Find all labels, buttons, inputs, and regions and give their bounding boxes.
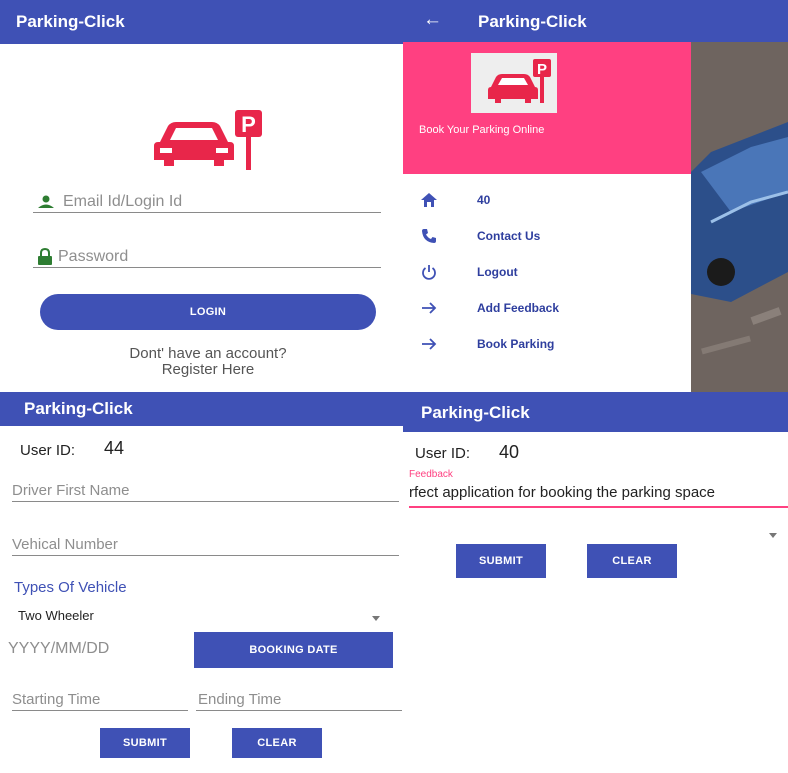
app-title: Parking-Click [421, 403, 530, 422]
driver-name-underline [12, 501, 399, 502]
arrow-right-icon [419, 301, 439, 315]
feedback-input[interactable]: rfect application for booking the parkin… [409, 484, 788, 506]
drawer-header-text: Book Your Parking Online [419, 124, 545, 136]
drawer-item-label: Contact Us [477, 229, 541, 243]
back-arrow-icon[interactable]: ← [423, 9, 442, 31]
types-of-vehicle-label: Types Of Vehicle [14, 579, 127, 596]
password-underline [33, 267, 381, 268]
app-title: Parking-Click [478, 12, 587, 31]
feedback-text: rfect application for booking the parkin… [409, 484, 716, 501]
app-bar [403, 0, 788, 42]
drawer-item-label: Add Feedback [477, 301, 560, 315]
drawer-screen: ← Parking-Click P Book Your Parking Onli… [403, 0, 788, 392]
power-icon [419, 264, 439, 280]
phone-icon [419, 228, 439, 244]
submit-button[interactable]: SUBMIT [100, 728, 190, 758]
ending-time-underline [196, 710, 402, 711]
drawer-item-label: Book Parking [477, 337, 555, 351]
parking-logo-icon: P [150, 108, 270, 172]
svg-text:P: P [537, 61, 547, 78]
drawer-item-add-feedback[interactable]: Add Feedback [403, 293, 691, 323]
date-field[interactable]: YYYY/MM/DD [8, 640, 109, 658]
user-id-label: User ID: [415, 445, 471, 462]
feedback-screen: Parking-Click User ID: 40 Feedback rfect… [403, 392, 788, 773]
app-bar: Parking-Click [0, 0, 403, 44]
navigation-drawer: P Book Your Parking Online 40 Contact Us… [403, 42, 691, 392]
app-bar: Parking-Click [0, 392, 403, 426]
user-id-value: 44 [104, 438, 125, 458]
login-screen: Parking-Click P Email Id/Login Id Passwo… [0, 0, 403, 392]
login-button[interactable]: LOGIN [40, 294, 376, 330]
svg-text:P: P [241, 112, 256, 137]
clear-button[interactable]: CLEAR [232, 728, 322, 758]
arrow-right-icon [419, 337, 439, 351]
drawer-logo-icon: P [471, 53, 557, 113]
driver-first-name-field[interactable]: Driver First Name [12, 482, 130, 499]
app-title: Parking-Click [16, 12, 125, 31]
feedback-label: Feedback [409, 469, 453, 480]
booking-date-button[interactable]: BOOKING DATE [194, 632, 393, 668]
feedback-underline [409, 506, 788, 508]
home-icon [419, 193, 439, 207]
drawer-item-label: Logout [477, 265, 518, 279]
parking-illustration [691, 42, 788, 392]
booking-screen: Parking-Click User ID: 44 Driver First N… [0, 392, 403, 773]
starting-time-underline [12, 710, 188, 711]
vehicle-number-underline [12, 555, 399, 556]
register-link[interactable]: Register Here [0, 361, 403, 378]
user-id-value: 40 [499, 442, 520, 462]
clear-button[interactable]: CLEAR [587, 544, 677, 578]
drawer-item-contact-us[interactable]: Contact Us [403, 221, 691, 251]
dropdown-arrow-icon[interactable] [769, 533, 777, 538]
email-field[interactable]: Email Id/Login Id [63, 193, 182, 211]
email-underline [33, 212, 381, 213]
submit-button[interactable]: SUBMIT [456, 544, 546, 578]
app-title: Parking-Click [24, 399, 133, 418]
vehicle-number-field[interactable]: Vehical Number [12, 536, 118, 553]
drawer-header: P Book Your Parking Online [403, 42, 691, 174]
ending-time-field[interactable]: Ending Time [198, 691, 281, 708]
starting-time-field[interactable]: Starting Time [12, 691, 100, 708]
drawer-item-label: 40 [477, 193, 491, 207]
user-id-label: User ID: [20, 442, 76, 459]
vehicle-type-select[interactable]: Two Wheeler [18, 608, 94, 623]
dropdown-arrow-icon[interactable] [372, 616, 380, 621]
drawer-item-home[interactable]: 40 [403, 185, 691, 215]
drawer-item-logout[interactable]: Logout [403, 257, 691, 287]
drawer-item-book-parking[interactable]: Book Parking [403, 329, 691, 359]
no-account-text: Dont' have an account? [129, 345, 287, 362]
password-field[interactable]: Password [58, 248, 128, 266]
